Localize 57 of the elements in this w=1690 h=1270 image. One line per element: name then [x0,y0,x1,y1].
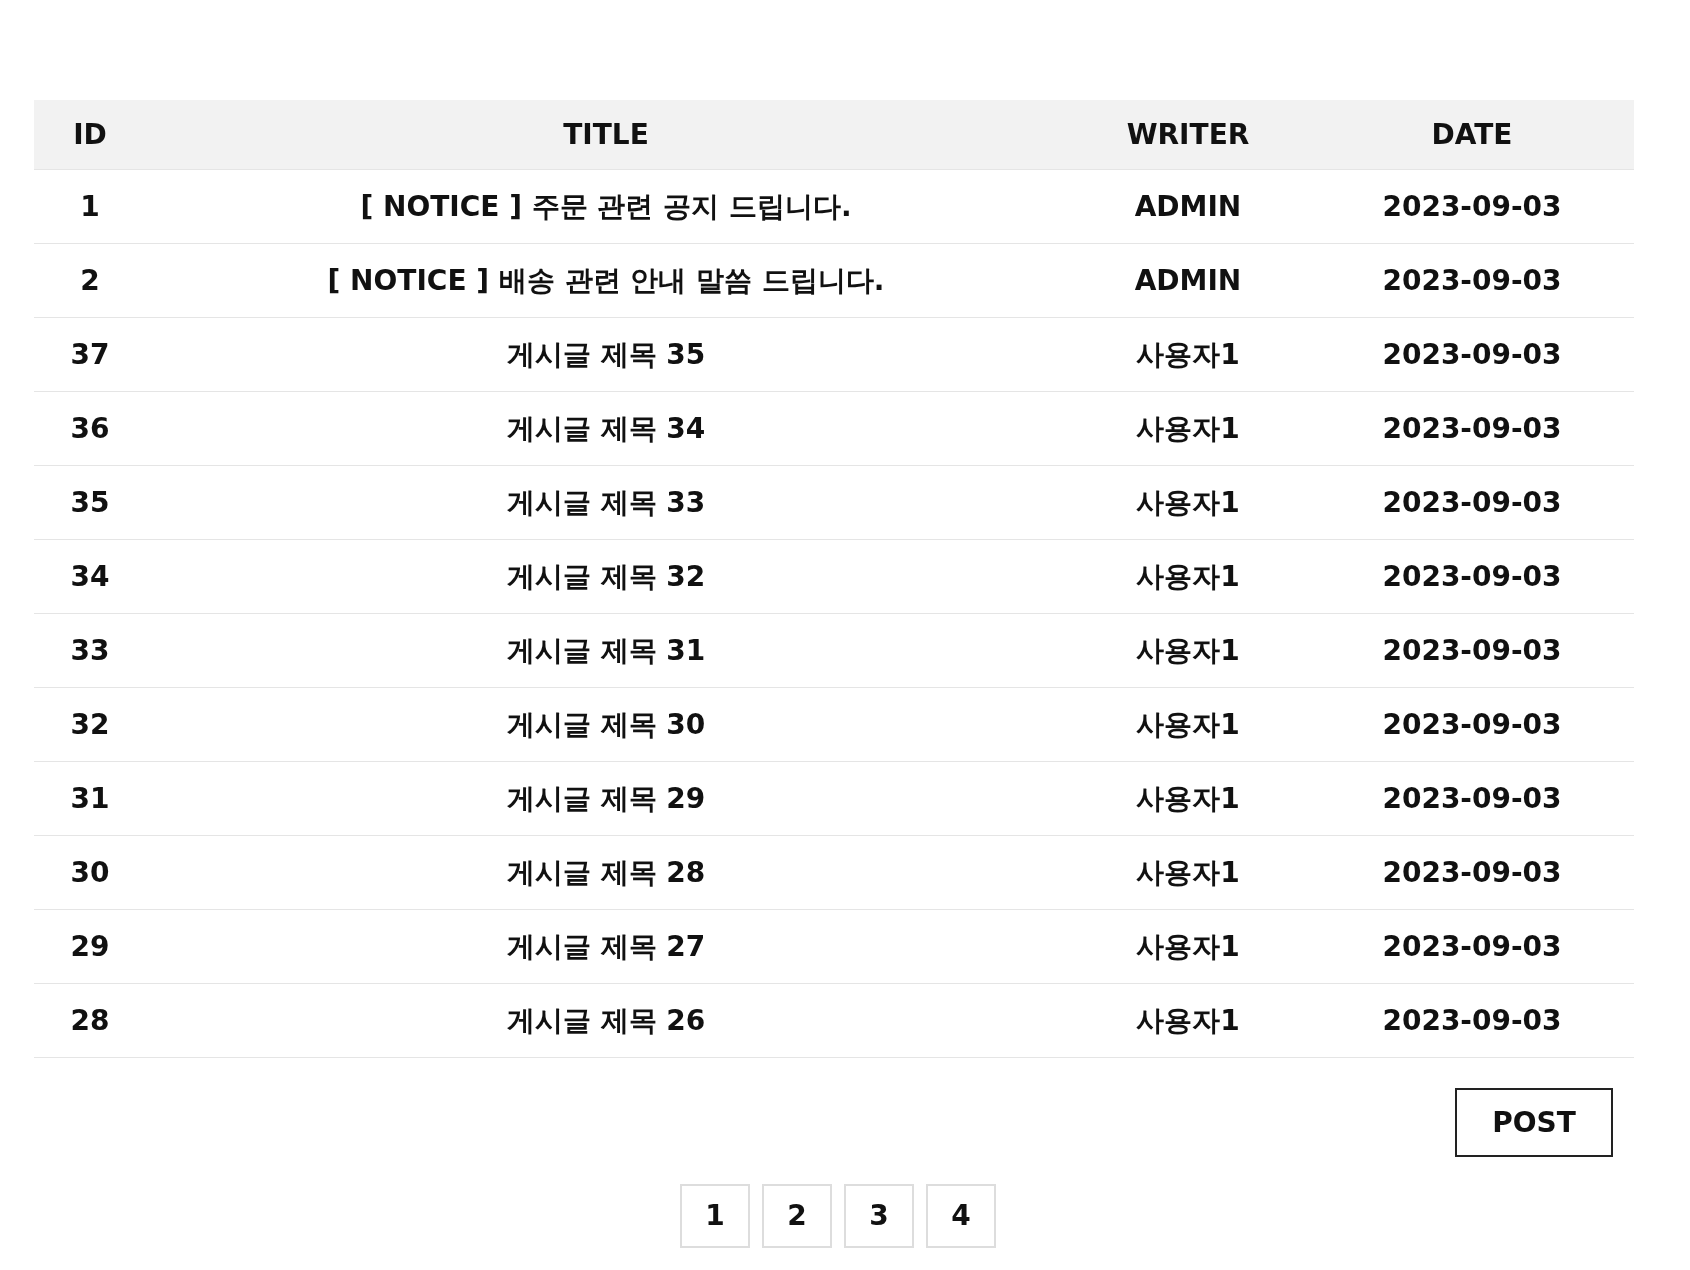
table-cell-text: 사용자1 [1136,484,1240,521]
table-cell-text: 36 [70,410,110,447]
table-cell-text: 2 [80,262,100,299]
table-cell-text: 33 [70,632,110,669]
table-cell-text: 29 [70,928,110,965]
table-cell-text: 2023-09-03 [1382,780,1562,817]
column-header: TITLE [563,116,649,153]
table-cell[interactable]: 게시글 제목 26 [506,999,706,1042]
column-header: DATE [1431,116,1513,153]
table-cell-text: 31 [70,780,110,817]
post-button[interactable]: POST [1455,1088,1613,1157]
table-cell-text: 2023-09-03 [1382,706,1562,743]
table-cell[interactable]: [ NOTICE ] 배송 관련 안내 말씀 드립니다. [327,259,885,302]
table-cell-text: 사용자1 [1136,706,1240,743]
table-cell-text: 2023-09-03 [1382,558,1562,595]
table-cell[interactable]: 게시글 제목 27 [506,925,706,968]
page-button[interactable]: 2 [762,1184,832,1248]
table-cell-text: 32 [70,706,110,743]
page-button[interactable]: 1 [680,1184,750,1248]
column-header: WRITER [1126,116,1250,153]
table-cell-text: 1 [80,188,100,225]
table-cell[interactable]: 게시글 제목 32 [506,555,706,598]
table-cell-text: 2023-09-03 [1382,854,1562,891]
table-cell-text: 사용자1 [1136,558,1240,595]
table-cell-text: 2023-09-03 [1382,484,1562,521]
table-cell-text: 2023-09-03 [1382,188,1562,225]
table-cell-text: 사용자1 [1136,410,1240,447]
table-cell[interactable]: 게시글 제목 31 [506,629,706,672]
table-cell[interactable]: 게시글 제목 30 [506,703,706,746]
table-cell-text: ADMIN [1134,188,1242,225]
table-cell[interactable]: [ NOTICE ] 주문 관련 공지 드립니다. [360,185,852,228]
table-cell-text: 2023-09-03 [1382,336,1562,373]
table-cell-text: 37 [70,336,110,373]
table-cell[interactable]: 게시글 제목 34 [506,407,706,450]
table-cell-text: 2023-09-03 [1382,262,1562,299]
column-header: ID [73,116,107,153]
page-button[interactable]: 4 [926,1184,996,1248]
table-cell-text: 2023-09-03 [1382,928,1562,965]
table-cell-text: 35 [70,484,110,521]
table-cell-text: 사용자1 [1136,1002,1240,1039]
table-cell-text: 28 [70,1002,110,1039]
table-cell-text: 사용자1 [1136,780,1240,817]
table-cell-text: 사용자1 [1136,632,1240,669]
table-cell-text: 30 [70,854,110,891]
table-cell-text: 2023-09-03 [1382,632,1562,669]
page-button[interactable]: 3 [844,1184,914,1248]
table-cell[interactable]: 게시글 제목 35 [506,333,706,376]
table-cell-text: 34 [70,558,110,595]
table-cell-text: 사용자1 [1136,336,1240,373]
table-cell-text: 사용자1 [1136,854,1240,891]
table-cell-text: 2023-09-03 [1382,1002,1562,1039]
table-cell-text: 2023-09-03 [1382,410,1562,447]
table-cell[interactable]: 게시글 제목 33 [506,481,706,524]
table-cell-text: ADMIN [1134,262,1242,299]
table-cell[interactable]: 게시글 제목 29 [506,777,706,820]
table-cell-text: 사용자1 [1136,928,1240,965]
table-cell[interactable]: 게시글 제목 28 [506,851,706,894]
